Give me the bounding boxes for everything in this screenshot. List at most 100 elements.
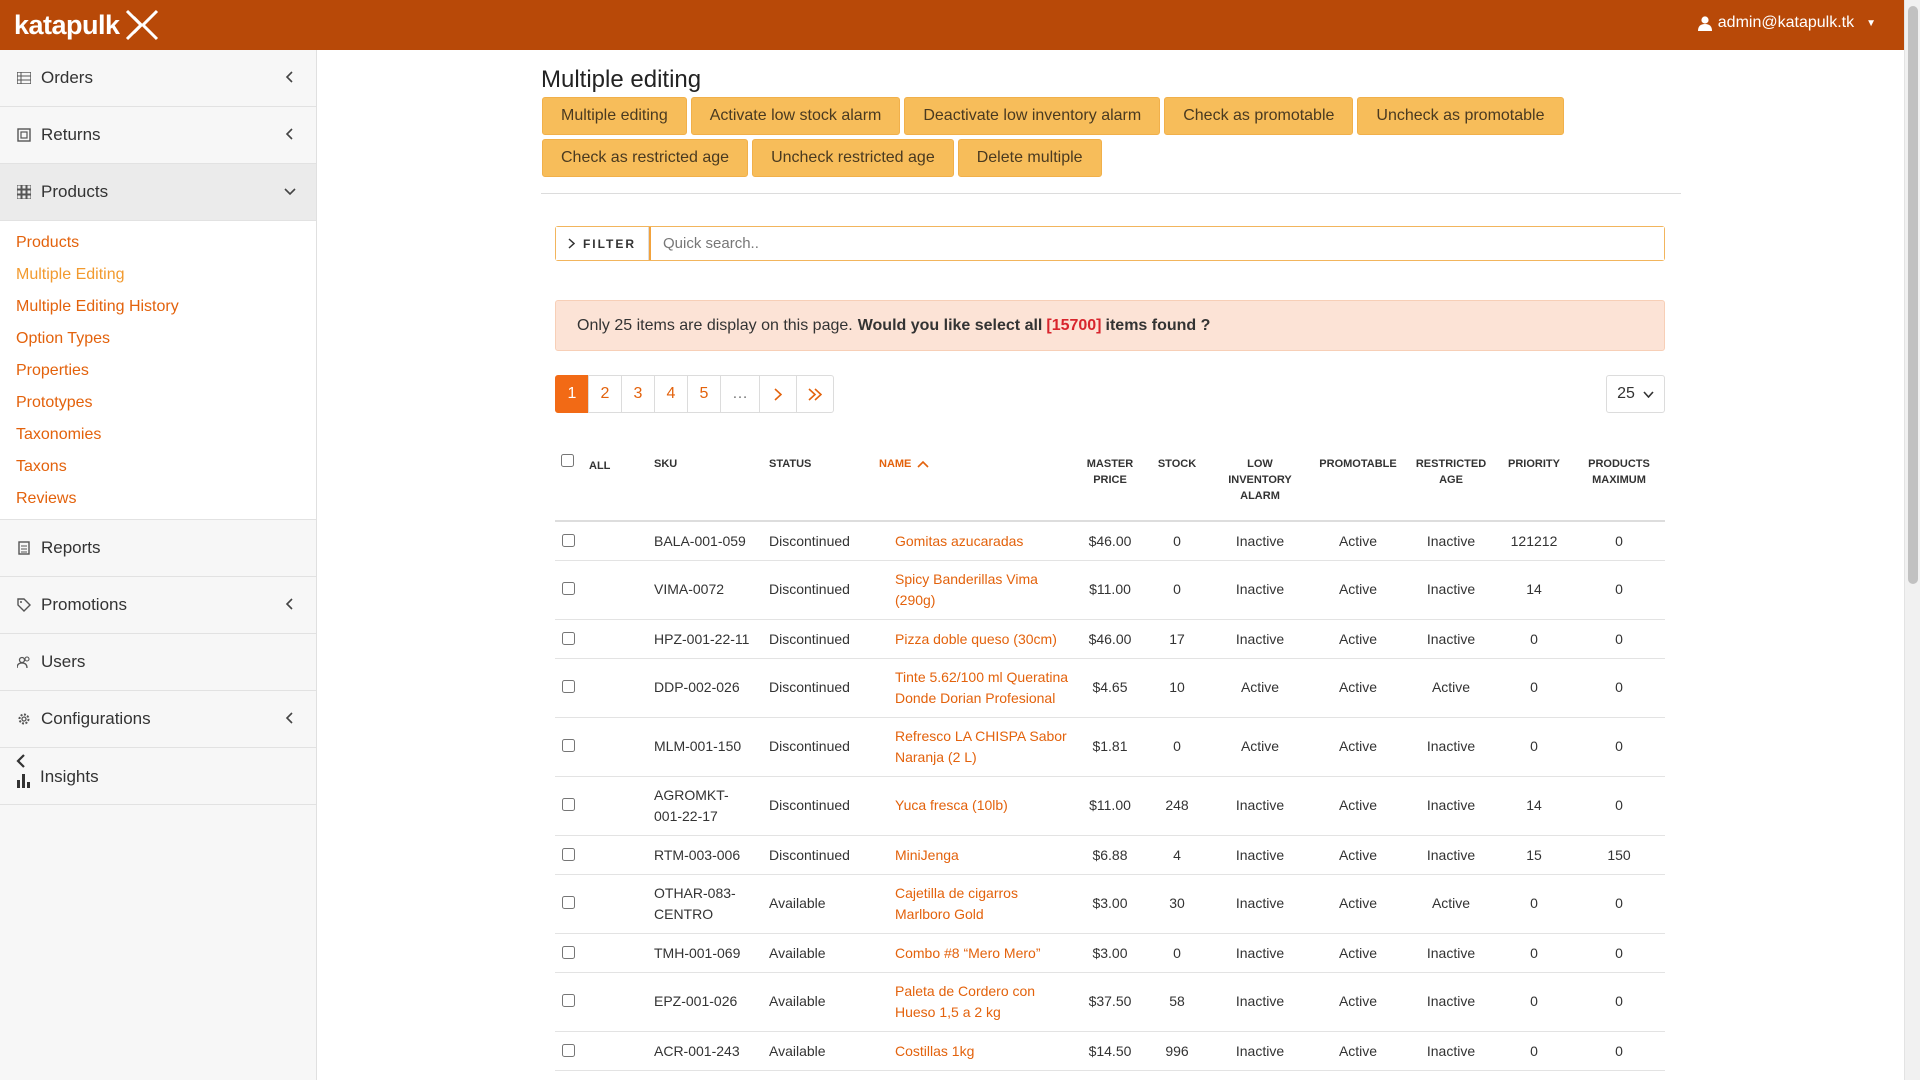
last-page-button[interactable] bbox=[796, 375, 834, 413]
select-all-checkbox[interactable] bbox=[561, 454, 574, 467]
header-low-line3: ALARM bbox=[1240, 490, 1280, 502]
sidebar-item-promotions[interactable]: Promotions bbox=[0, 577, 316, 634]
table-row[interactable]: MLM-001-150 Refresco LA CHISPA Sabor Naran… bbox=[555, 718, 1665, 777]
submenu-products[interactable]: Products bbox=[0, 227, 316, 259]
sidebar-item-orders[interactable]: Orders bbox=[0, 50, 316, 107]
sidebar-item-label: Configurations bbox=[41, 709, 151, 728]
cell-product-name-link[interactable]: Spicy Banderillas Vima (290g) bbox=[895, 569, 1085, 611]
submenu-option-types[interactable]: Option Types bbox=[0, 323, 316, 355]
table-row[interactable]: RTM-003-006 MiniJenga Discontinued $6.88 4 In… bbox=[555, 836, 1665, 875]
divider bbox=[541, 193, 1681, 194]
row-checkbox[interactable] bbox=[562, 534, 575, 547]
users-icon bbox=[17, 655, 31, 669]
cell-status: Discontinued bbox=[769, 679, 850, 695]
table-row[interactable]: EPZ-001-026 Paleta de Cordero con Hueso 1,… bbox=[555, 973, 1665, 1032]
chevron-left-icon bbox=[285, 712, 293, 724]
cell-product-name-link[interactable]: Gomitas azucaradas bbox=[895, 531, 1085, 552]
brand-logo[interactable]: katapulk bbox=[14, 6, 160, 44]
row-checkbox[interactable] bbox=[562, 739, 575, 752]
filter-toggle-button[interactable]: FILTER bbox=[556, 227, 649, 260]
row-checkbox[interactable] bbox=[562, 632, 575, 645]
per-page-select[interactable]: 25 bbox=[1606, 375, 1665, 413]
activate-low-stock-alarm-button[interactable]: Activate low stock alarm bbox=[690, 97, 901, 135]
sidebar-item-products[interactable]: Products bbox=[0, 164, 316, 221]
select-all-count-link[interactable]: [15700] bbox=[1046, 317, 1101, 335]
cell-name-line1: Pizza doble queso (30cm) bbox=[895, 631, 1057, 647]
submenu-properties[interactable]: Properties bbox=[0, 355, 316, 387]
cell-products-maximum: 0 bbox=[1615, 631, 1623, 647]
sidebar-item-reports[interactable]: Reports bbox=[0, 520, 316, 577]
row-checkbox[interactable] bbox=[562, 680, 575, 693]
header-master-price[interactable]: MASTER PRICE bbox=[1075, 456, 1145, 488]
delete-multiple-button[interactable]: Delete multiple bbox=[957, 139, 1102, 177]
row-checkbox[interactable] bbox=[562, 1044, 575, 1057]
cell-product-name-link[interactable]: Costillas 1kg bbox=[895, 1041, 1085, 1062]
cell-product-name-link[interactable]: Pizza doble queso (30cm) bbox=[895, 629, 1085, 650]
cell-sku-line2: 001-22-17 bbox=[654, 808, 718, 824]
table-row[interactable]: HPZ-001-22-11 Pizza doble queso (30cm) Dis… bbox=[555, 620, 1665, 659]
table-row[interactable]: VIMA-0072 Spicy Banderillas Vima (290g) Dis… bbox=[555, 561, 1665, 620]
header-stock[interactable]: STOCK bbox=[1152, 456, 1202, 472]
row-checkbox[interactable] bbox=[562, 798, 575, 811]
sidebar-item-returns[interactable]: Returns bbox=[0, 107, 316, 164]
cell-product-name-link[interactable]: Paleta de Cordero con Hueso 1,5 a 2 kg bbox=[895, 981, 1085, 1023]
uncheck-restricted-age-button[interactable]: Uncheck restricted age bbox=[752, 139, 954, 177]
submenu-taxonomies[interactable]: Taxonomies bbox=[0, 419, 316, 451]
submenu-multiple-editing[interactable]: Multiple Editing bbox=[0, 259, 316, 291]
deactivate-low-inventory-alarm-button[interactable]: Deactivate low inventory alarm bbox=[904, 97, 1161, 135]
cell-priority: 0 bbox=[1530, 679, 1538, 695]
cell-priority: 0 bbox=[1530, 993, 1538, 1009]
header-priority[interactable]: PRIORITY bbox=[1499, 456, 1569, 472]
multiple-editing-button[interactable]: Multiple editing bbox=[542, 97, 687, 135]
scrollbar-thumb[interactable] bbox=[1908, 6, 1918, 584]
header-name-sort[interactable]: NAME bbox=[879, 456, 929, 472]
sidebar-item-configurations[interactable]: Configurations bbox=[0, 691, 316, 748]
cell-sku-line1: DDP-002-026 bbox=[654, 679, 740, 695]
header-promotable[interactable]: PROMOTABLE bbox=[1313, 456, 1403, 472]
table-row[interactable]: AGROMKT- 001-22-17 Yuca fresca (10lb) Disco… bbox=[555, 777, 1665, 836]
sidebar-item-insights[interactable]: Insights bbox=[0, 748, 316, 805]
page-3-button[interactable]: 3 bbox=[621, 375, 655, 413]
row-checkbox[interactable] bbox=[562, 896, 575, 909]
table-row[interactable]: DDP-002-026 Tinte 5.62/100 ml Queratina Do… bbox=[555, 659, 1665, 718]
header-restricted-age[interactable]: RESTRICTED AGE bbox=[1406, 456, 1496, 488]
cell-product-name-link[interactable]: MiniJenga bbox=[895, 845, 1085, 866]
user-icon bbox=[1697, 15, 1712, 31]
submenu-taxons[interactable]: Taxons bbox=[0, 451, 316, 483]
row-checkbox[interactable] bbox=[562, 848, 575, 861]
table-row[interactable]: TMH-001-069 Combo #8 “Mero Mero” Available… bbox=[555, 934, 1665, 973]
page-5-button[interactable]: 5 bbox=[687, 375, 721, 413]
cell-product-name-link[interactable]: Yuca fresca (10lb) bbox=[895, 795, 1085, 816]
sidebar-item-users[interactable]: Users bbox=[0, 634, 316, 691]
page-scrollbar[interactable] bbox=[1904, 0, 1920, 1080]
row-checkbox[interactable] bbox=[562, 946, 575, 959]
page-2-button[interactable]: 2 bbox=[588, 375, 622, 413]
header-products-maximum[interactable]: PRODUCTS MAXIMUM bbox=[1574, 456, 1664, 488]
next-page-button[interactable] bbox=[759, 375, 797, 413]
table-row[interactable]: OTHAR-083- CENTRO Cajetilla de cigarros Mar… bbox=[555, 875, 1665, 934]
cell-products-maximum: 0 bbox=[1615, 797, 1623, 813]
cell-product-name-link[interactable]: Tinte 5.62/100 ml Queratina Donde Dorian … bbox=[895, 667, 1085, 709]
page-4-button[interactable]: 4 bbox=[654, 375, 688, 413]
check-promotable-button[interactable]: Check as promotable bbox=[1164, 97, 1354, 135]
submenu-multiple-editing-history[interactable]: Multiple Editing History bbox=[0, 291, 316, 323]
header-sku[interactable]: SKU bbox=[654, 456, 677, 472]
cell-low-inventory-alarm: Inactive bbox=[1235, 945, 1285, 961]
user-menu[interactable]: admin@katapulk.tk ▼ bbox=[1697, 14, 1876, 32]
uncheck-promotable-button[interactable]: Uncheck as promotable bbox=[1357, 97, 1564, 135]
quick-search-input[interactable] bbox=[649, 227, 1664, 260]
header-status[interactable]: STATUS bbox=[769, 456, 811, 472]
table-row[interactable]: BALA-001-059 Gomitas azucaradas Discontinu… bbox=[555, 522, 1665, 561]
check-restricted-age-button[interactable]: Check as restricted age bbox=[542, 139, 749, 177]
cell-sku: DDP-002-026 bbox=[654, 677, 740, 698]
cell-product-name-link[interactable]: Cajetilla de cigarros Marlboro Gold bbox=[895, 883, 1085, 925]
header-low-inventory-alarm[interactable]: LOW INVENTORY ALARM bbox=[1215, 456, 1305, 504]
page-1-button[interactable]: 1 bbox=[555, 375, 589, 413]
submenu-reviews[interactable]: Reviews bbox=[0, 483, 316, 515]
submenu-prototypes[interactable]: Prototypes bbox=[0, 387, 316, 419]
cell-product-name-link[interactable]: Combo #8 “Mero Mero” bbox=[895, 943, 1085, 964]
row-checkbox[interactable] bbox=[562, 994, 575, 1007]
table-row[interactable]: ACR-001-243 Costillas 1kg Available $14.50 9… bbox=[555, 1032, 1665, 1071]
cell-product-name-link[interactable]: Refresco LA CHISPA Sabor Naranja (2 L) bbox=[895, 726, 1085, 768]
row-checkbox[interactable] bbox=[562, 582, 575, 595]
